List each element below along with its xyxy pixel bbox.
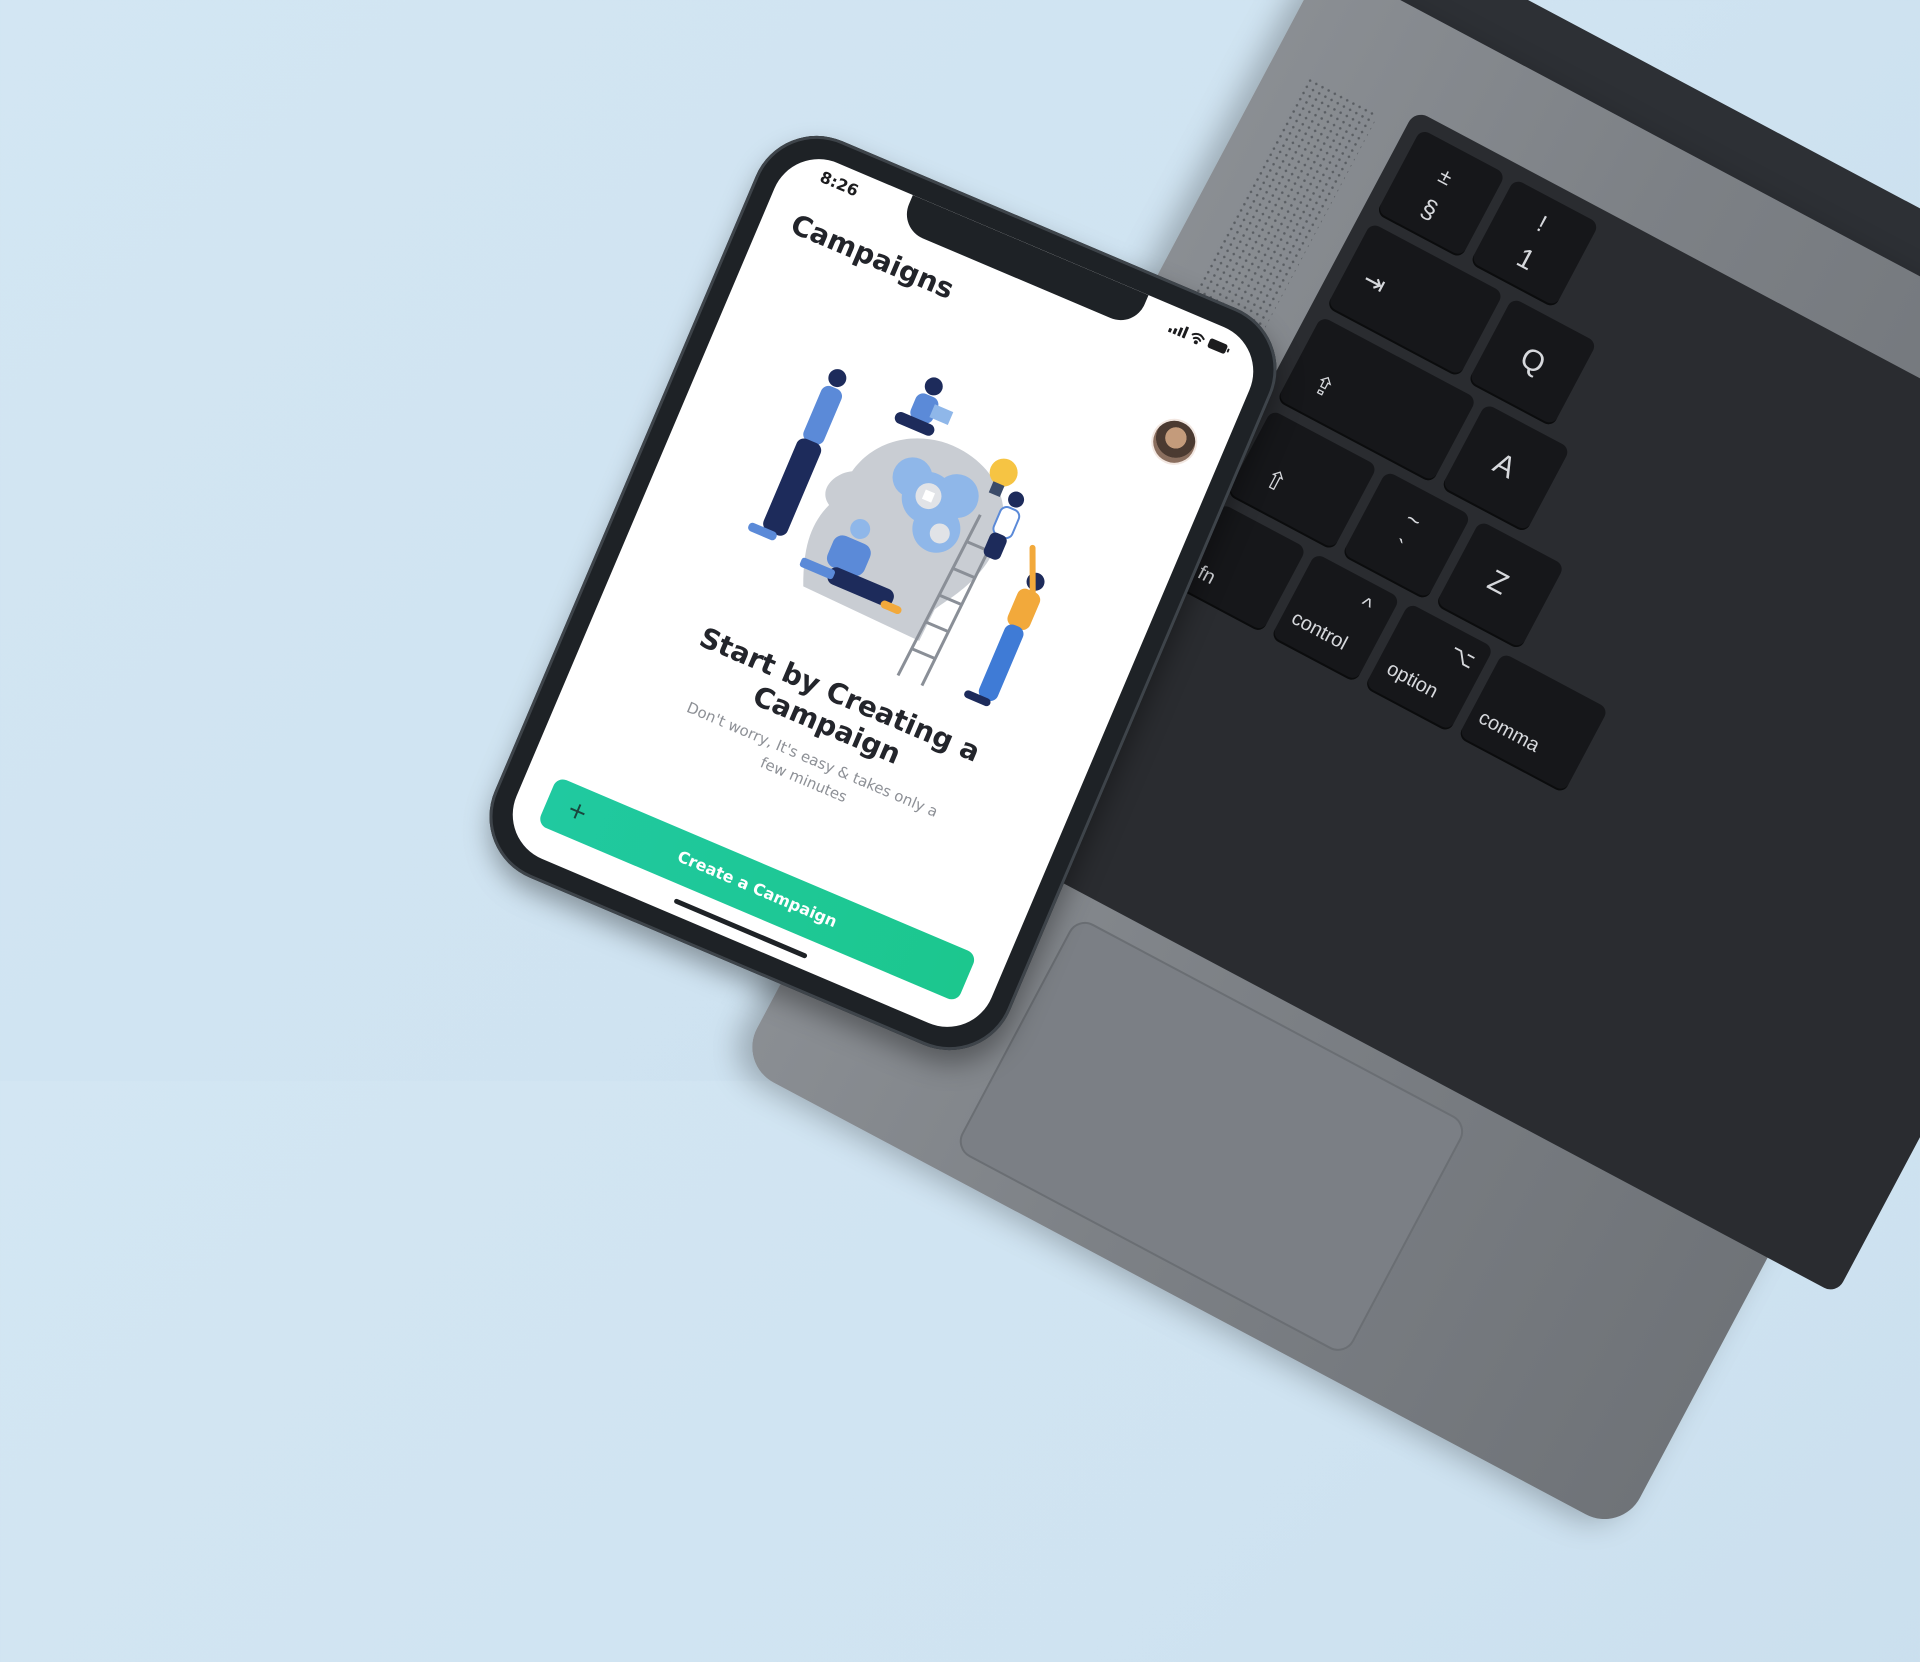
signal-icon: [1167, 326, 1189, 339]
head-silhouette: [803, 438, 1004, 641]
key-z-label: Z: [1482, 563, 1514, 602]
key-section-bottom: §: [1416, 192, 1443, 226]
key-command-label: comma: [1474, 706, 1544, 757]
key-backtick-top: ~: [1400, 505, 1426, 536]
battery-icon: [1207, 338, 1230, 354]
avatar[interactable]: [1144, 411, 1205, 472]
wifi-icon: [1191, 332, 1205, 345]
person-top-laptop: [894, 377, 954, 436]
key-option-label: option: [1383, 657, 1442, 703]
tab-icon: ⇥: [1357, 263, 1392, 301]
key-command[interactable]: comma: [1457, 652, 1609, 794]
option-symbol-icon: ⌥: [1445, 639, 1480, 674]
key-section-top: ±: [1434, 162, 1457, 191]
key-q-label: Q: [1514, 340, 1551, 382]
key-a-label: A: [1487, 446, 1522, 486]
key-backtick-bottom: `: [1387, 534, 1408, 563]
control-caret-icon: ^: [1355, 591, 1377, 619]
status-time: 8:26: [817, 167, 862, 201]
capslock-icon: ⇪: [1306, 367, 1341, 405]
shift-icon: ⇧: [1258, 462, 1293, 500]
key-1-top: !: [1532, 210, 1551, 238]
key-control-label: control: [1287, 607, 1352, 655]
key-1-bottom: 1: [1511, 241, 1541, 277]
